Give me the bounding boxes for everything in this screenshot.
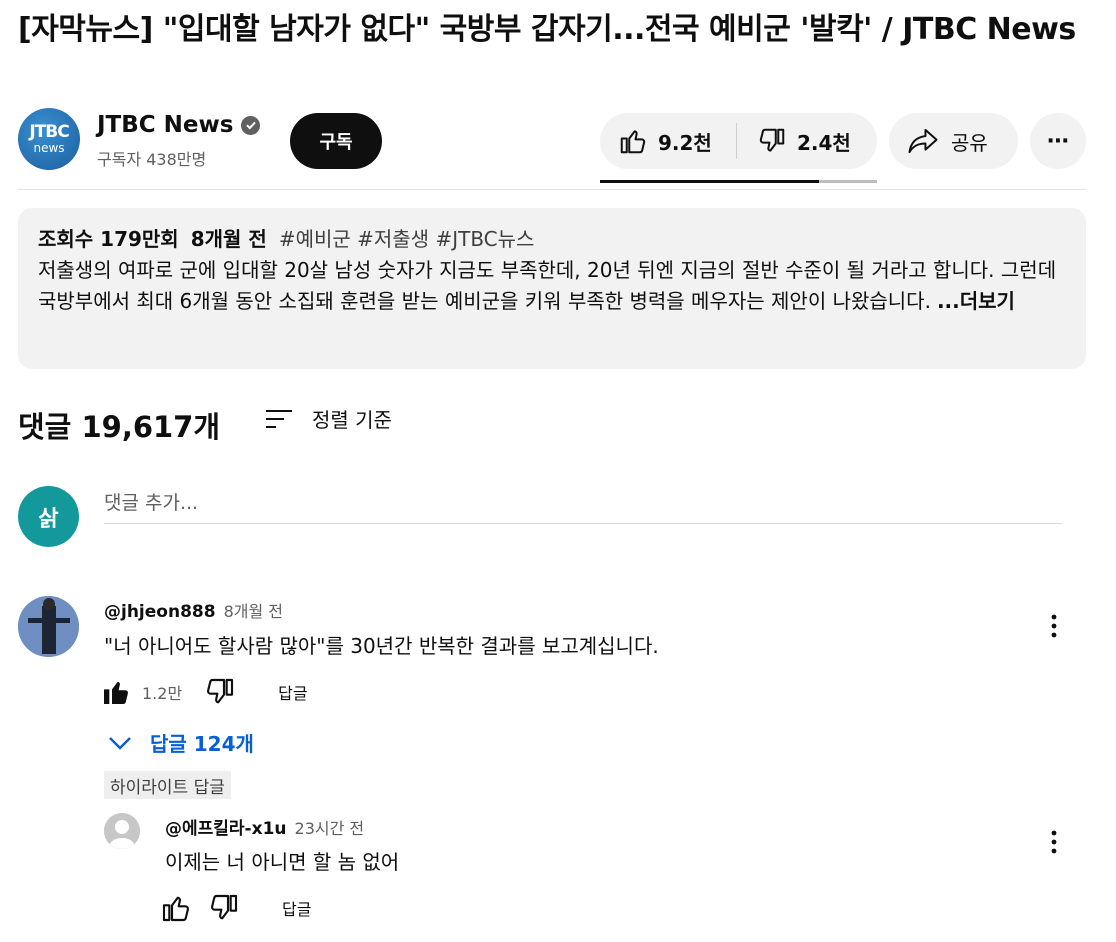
comment-actions: 1.2만 답글 <box>100 676 308 708</box>
channel-name[interactable]: JTBC News <box>97 112 233 138</box>
upload-age: 8개월 전 <box>190 227 267 251</box>
dislike-count: 2.4천 <box>797 130 851 155</box>
description-text: 저출생의 여파로 군에 입대할 20살 남성 숫자가 지금도 부족한데, 20년… <box>38 255 1066 317</box>
reply-dislike-icon[interactable] <box>208 892 240 924</box>
share-label: 공유 <box>951 130 988 155</box>
channel-name-row[interactable]: JTBC News <box>97 112 261 138</box>
video-title: [자막뉴스] "입대할 남자가 없다" 국방부 갑자기...전국 예비군 '발칵… <box>18 12 1076 47</box>
comments-count: 댓글 19,617개 <box>18 410 221 444</box>
highlighted-reply-badge: 하이라이트 답글 <box>104 771 231 799</box>
more-actions-button[interactable]: ⋯ <box>1030 113 1086 169</box>
like-ratio-bar <box>600 180 877 183</box>
reply-author-row: @에프킬라-x1u 23시간 전 <box>165 814 364 839</box>
view-replies-button[interactable]: 답글 124개 <box>108 728 254 757</box>
comment-author[interactable]: @jhjeon888 <box>104 602 216 622</box>
sort-icon <box>266 409 292 428</box>
reply-avatar[interactable] <box>104 813 140 849</box>
show-more-link[interactable]: ...더보기 <box>937 289 1015 313</box>
reply-text: 이제는 너 아니면 할 놈 없어 <box>165 850 400 874</box>
channel-avatar-logo-text: JTBC <box>29 121 69 142</box>
view-count: 조회수 179만회 <box>38 227 179 251</box>
comment-like-count: 1.2만 <box>142 684 183 703</box>
comment-dislike-icon[interactable] <box>204 676 236 708</box>
description-meta: 조회수 179만회 8개월 전 #예비군 #저출생 #JTBC뉴스 <box>38 224 1066 255</box>
hashtags[interactable]: #예비군 #저출생 #JTBC뉴스 <box>279 224 535 255</box>
sort-button[interactable]: 정렬 기준 <box>264 404 392 433</box>
thumbs-up-icon <box>620 130 646 154</box>
share-button[interactable]: 공유 <box>889 113 1018 169</box>
subscribe-button[interactable]: 구독 <box>290 113 382 169</box>
reply-reply-button[interactable]: 답글 <box>282 896 311 920</box>
reply-menu-icon[interactable] <box>1042 830 1066 854</box>
description-body: 저출생의 여파로 군에 입대할 20살 남성 숫자가 지금도 부족한데, 20년… <box>38 258 1057 313</box>
comment-text: "너 아니어도 할사람 많아"를 30년간 반복한 결과를 보고계십니다. <box>104 634 659 658</box>
thumbs-down-icon <box>759 128 785 152</box>
reply-time[interactable]: 23시간 전 <box>295 815 365 839</box>
chevron-down-icon <box>109 736 131 750</box>
comment-like-icon[interactable] <box>100 676 132 708</box>
dislike-button[interactable]: 2.4천 <box>737 113 851 169</box>
reply-like-icon[interactable] <box>160 892 192 924</box>
reply-actions: 답글 <box>160 892 311 924</box>
comment-author-row: @jhjeon888 8개월 전 <box>104 598 283 622</box>
my-avatar: 삵 <box>18 486 79 547</box>
like-dislike-group: 9.2천 2.4천 <box>600 113 877 169</box>
divider <box>18 189 1086 190</box>
sort-label: 정렬 기준 <box>312 408 392 432</box>
comment-menu-icon[interactable] <box>1042 614 1066 638</box>
share-icon <box>908 128 938 154</box>
reply-author[interactable]: @에프킬라-x1u <box>165 814 287 839</box>
like-ratio-fill <box>600 180 819 183</box>
verified-icon <box>241 115 261 135</box>
subscriber-count: 구독자 438만명 <box>97 150 207 169</box>
description-box[interactable]: 조회수 179만회 8개월 전 #예비군 #저출생 #JTBC뉴스 저출생의 여… <box>18 208 1086 369</box>
add-comment-input[interactable] <box>104 483 1062 524</box>
channel-avatar-logo-subtext: news <box>33 140 65 155</box>
comment-reply-button[interactable]: 답글 <box>278 680 307 704</box>
like-count: 9.2천 <box>658 130 712 155</box>
comment-time[interactable]: 8개월 전 <box>224 598 283 622</box>
like-button[interactable]: 9.2천 <box>600 113 720 169</box>
commenter-avatar[interactable] <box>18 596 79 657</box>
channel-avatar[interactable]: JTBC news <box>18 108 80 170</box>
replies-count: 답글 124개 <box>150 732 254 756</box>
